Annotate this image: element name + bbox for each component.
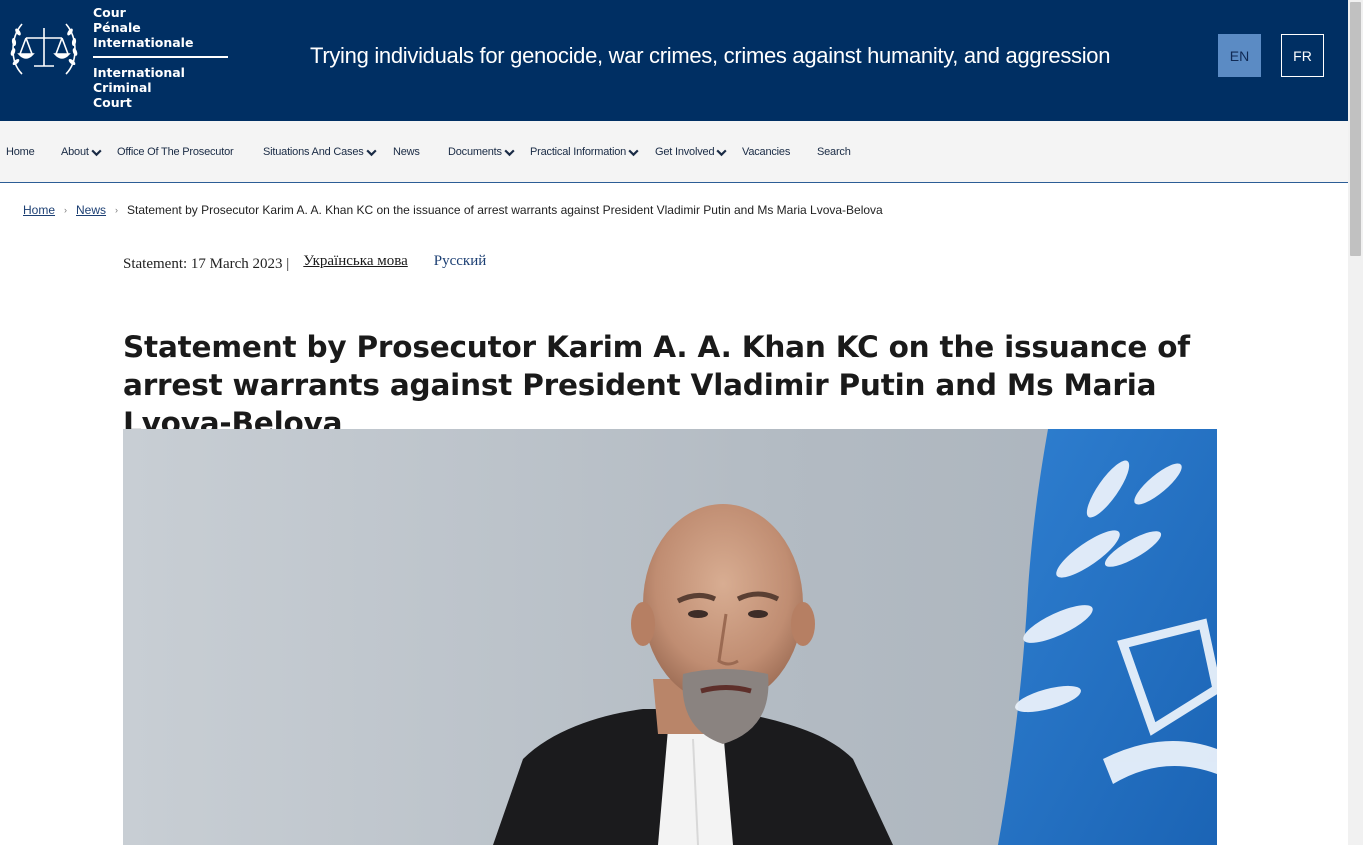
nav-item-label: Search (817, 146, 851, 158)
russian-version-link[interactable]: Русский (434, 253, 487, 270)
nav-item-news[interactable]: News (393, 121, 420, 183)
nav-item-label: About (61, 146, 89, 158)
chevron-down-icon (91, 149, 102, 156)
org-name-fr-2: Pénale (93, 20, 141, 35)
nav-item-label: Get Involved (655, 146, 715, 158)
nav-item-about[interactable]: About (61, 121, 103, 183)
nav-item-label: News (393, 146, 420, 158)
nav-item-label: Office Of The Prosecutor (117, 146, 234, 158)
site-tagline: Trying individuals for genocide, war cri… (310, 43, 1111, 68)
org-name-fr-3: Internationale (93, 35, 194, 50)
nav-item-get-involved[interactable]: Get Involved (655, 121, 728, 183)
nav-item-label: Documents (448, 146, 502, 158)
chevron-down-icon (628, 149, 639, 156)
org-name-en-2: Criminal (93, 80, 152, 95)
prosecutor-portrait-image (123, 429, 1217, 845)
chevron-down-icon (365, 149, 377, 156)
icc-logo-icon[interactable] (8, 18, 80, 82)
nav-item-label: Vacancies (742, 146, 791, 158)
nav-item-office-of-the-prosecutor[interactable]: Office Of The Prosecutor (117, 121, 234, 183)
breadcrumb-separator: › (64, 205, 68, 215)
org-name-en-3: Court (93, 95, 132, 110)
site-header: Cour Pénale Internationale International… (0, 0, 1348, 121)
breadcrumb-news-link[interactable]: News (76, 203, 106, 217)
page-title: Statement by Prosecutor Karim A. A. Khan… (123, 330, 1190, 440)
org-name-fr-1: Cour (93, 5, 126, 20)
chevron-down-icon (716, 149, 727, 156)
breadcrumb-home-link[interactable]: Home (23, 203, 55, 217)
article-date: Statement: 17 March 2023 | (123, 256, 290, 272)
nav-item-label: Home (6, 146, 35, 158)
main-nav: Home About Office Of The Prosecutor Situ… (0, 121, 1348, 183)
nav-item-home[interactable]: Home (6, 121, 35, 183)
nav-item-documents[interactable]: Documents (448, 121, 516, 183)
chevron-down-icon (504, 149, 515, 156)
breadcrumb-separator: › (115, 205, 119, 215)
nav-item-practical-information[interactable]: Practical Information (530, 121, 640, 183)
nav-item-search[interactable]: Search (817, 121, 851, 183)
ukrainian-version-link[interactable]: Українська мова (303, 253, 407, 270)
nav-item-situations-and-cases[interactable]: Situations And Cases (263, 121, 378, 183)
org-name-en-1: International (93, 65, 185, 80)
breadcrumb-current: Statement by Prosecutor Karim A. A. Khan… (127, 203, 883, 217)
language-en-button[interactable]: EN (1218, 34, 1261, 77)
page-scrollbar-thumb[interactable] (1350, 2, 1361, 256)
breadcrumb: Home › News › Statement by Prosecutor Ka… (23, 203, 883, 217)
org-name-divider (93, 56, 228, 58)
nav-item-vacancies[interactable]: Vacancies (742, 121, 790, 183)
nav-item-label: Practical Information (530, 146, 627, 158)
nav-item-label: Situations And Cases (263, 146, 364, 158)
article-meta: Statement: 17 March 2023 | Українська мо… (123, 253, 487, 273)
org-name: Cour Pénale Internationale International… (93, 5, 228, 110)
language-fr-button[interactable]: FR (1281, 34, 1324, 77)
